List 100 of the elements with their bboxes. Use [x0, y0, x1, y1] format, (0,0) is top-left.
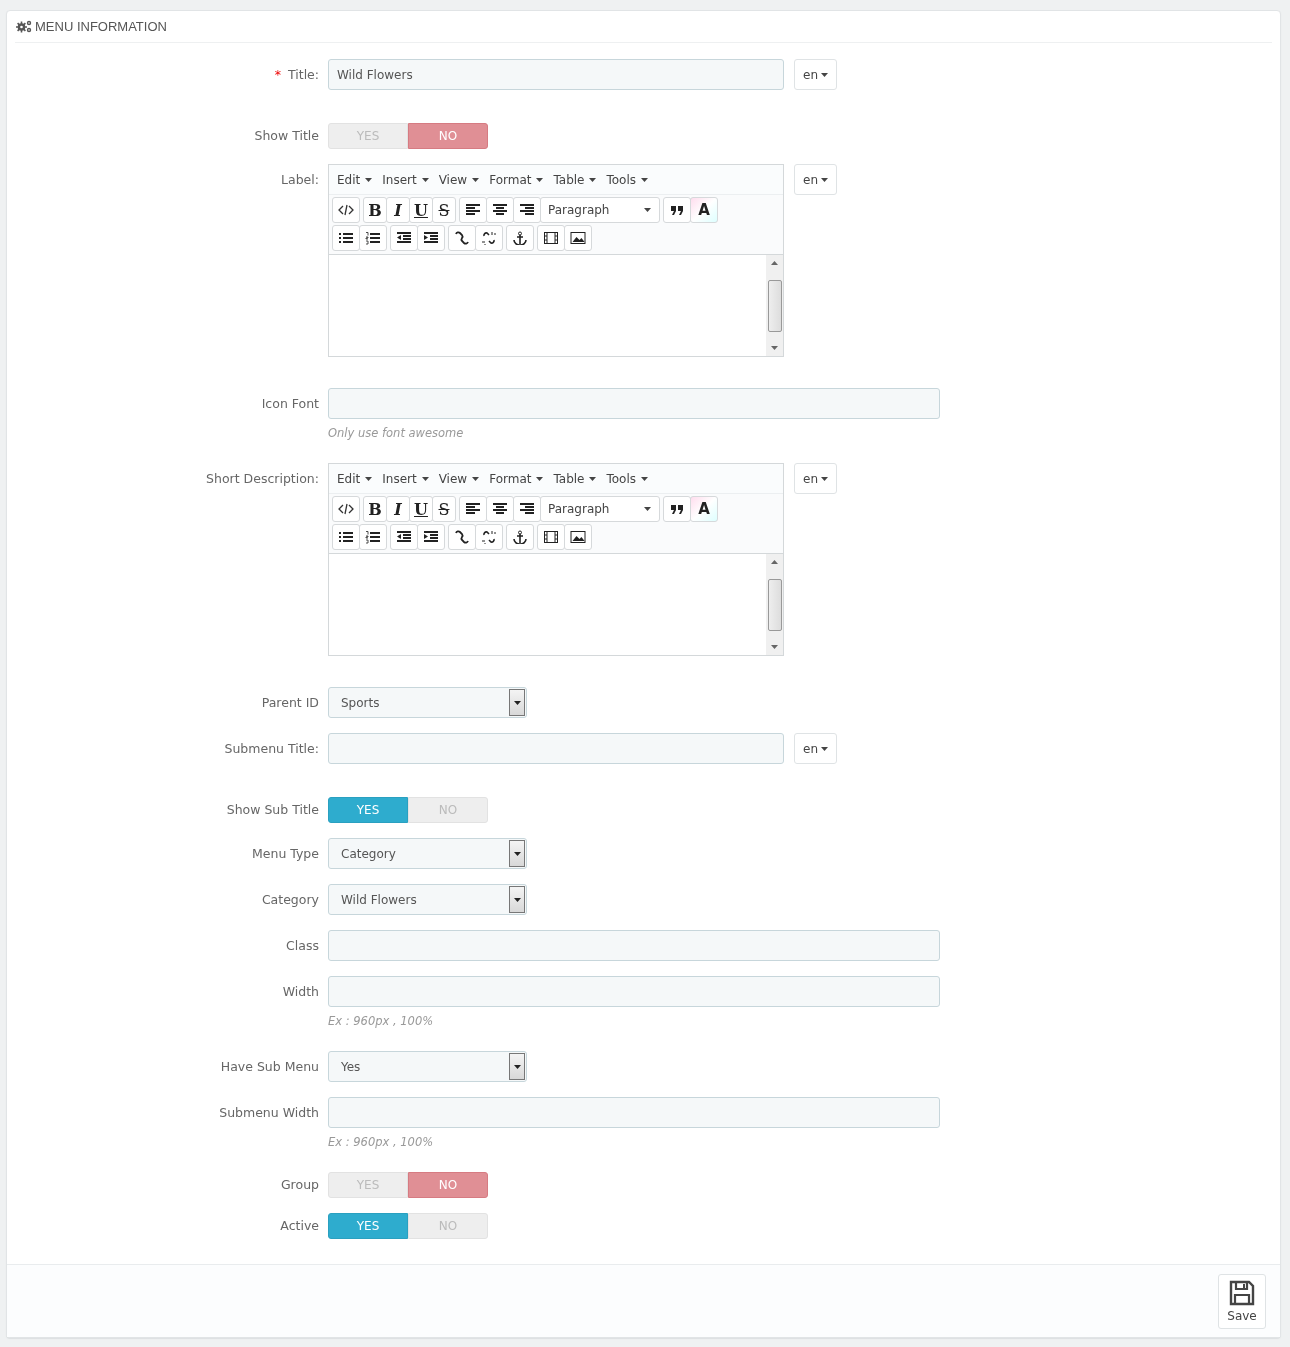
select-field[interactable]: Wild Flowers [328, 884, 527, 915]
align-center-button[interactable] [486, 496, 514, 522]
text-color-button[interactable]: A [690, 496, 718, 522]
text-style-button[interactable]: S [432, 496, 456, 522]
language-button[interactable]: en [794, 463, 837, 494]
select-field[interactable]: Sports [328, 687, 527, 718]
caret-icon [821, 746, 828, 751]
caret-icon [821, 177, 828, 182]
blockquote-button[interactable] [663, 197, 691, 223]
field-label: Show Sub Title [226, 802, 319, 817]
outdent-icon [396, 530, 412, 544]
format-dropdown[interactable]: Paragraph [540, 197, 660, 223]
link-button[interactable] [448, 225, 476, 251]
menu-button[interactable]: Format [489, 172, 544, 187]
menu-button[interactable]: Table [553, 172, 597, 187]
outdent-button[interactable] [390, 225, 418, 251]
caret-icon [513, 700, 521, 705]
link-button[interactable] [448, 524, 476, 550]
menu-button[interactable]: Insert [382, 172, 429, 187]
text-field[interactable] [328, 733, 784, 764]
menu-button[interactable]: Table [553, 471, 597, 486]
source-code-button[interactable] [332, 496, 360, 522]
caret-icon [644, 507, 651, 511]
scroll-down-icon[interactable] [771, 346, 778, 350]
align-right-button[interactable] [513, 197, 541, 223]
indent-icon [423, 530, 439, 544]
text-style-button[interactable]: B [363, 496, 387, 522]
align-center-button[interactable] [486, 197, 514, 223]
language-button[interactable]: en [794, 733, 837, 764]
scroll-up-icon[interactable] [771, 560, 778, 564]
anchor-button[interactable] [506, 225, 534, 251]
numbered-list-button[interactable] [359, 225, 387, 251]
field-label: Menu Type [252, 846, 319, 861]
text-style-button[interactable]: I [386, 496, 410, 522]
anchor-button[interactable] [506, 524, 534, 550]
caret-icon [421, 476, 429, 481]
caret-icon [472, 476, 480, 481]
video-button[interactable] [537, 524, 565, 550]
indent-button[interactable] [417, 225, 445, 251]
field-label: Short Description: [206, 471, 319, 486]
caret-icon [513, 1064, 521, 1069]
text-color-button[interactable]: A [690, 197, 718, 223]
code-icon [338, 502, 354, 516]
menu-button[interactable]: Edit [337, 172, 373, 187]
align-right-icon [519, 203, 535, 217]
quote-icon [669, 502, 685, 516]
numbered-list-button[interactable] [359, 524, 387, 550]
save-button[interactable]: Save [1218, 1273, 1266, 1329]
bullet-list-button[interactable] [332, 524, 360, 550]
text-field[interactable] [328, 388, 940, 419]
menu-button[interactable]: View [438, 172, 480, 187]
menu-button[interactable]: Edit [337, 471, 373, 486]
indent-button[interactable] [417, 524, 445, 550]
numbered-list-icon [365, 530, 381, 544]
align-right-icon [519, 502, 535, 516]
text-field[interactable]: Wild Flowers [328, 59, 784, 90]
scrollbar[interactable] [766, 255, 783, 356]
align-left-icon [465, 203, 481, 217]
field-label: Active [280, 1218, 319, 1233]
outdent-button[interactable] [390, 524, 418, 550]
bullet-list-button[interactable] [332, 225, 360, 251]
indent-icon [423, 231, 439, 245]
text-style-button[interactable]: U [409, 496, 433, 522]
unlink-button[interactable] [475, 225, 503, 251]
blockquote-button[interactable] [663, 496, 691, 522]
text-field[interactable] [328, 930, 940, 961]
language-button[interactable]: en [794, 59, 837, 90]
video-button[interactable] [537, 225, 565, 251]
image-button[interactable] [564, 524, 592, 550]
align-left-button[interactable] [459, 496, 487, 522]
text-style-button[interactable]: U [409, 197, 433, 223]
text-field[interactable] [328, 1097, 940, 1128]
text-style-button[interactable]: S [432, 197, 456, 223]
align-right-button[interactable] [513, 496, 541, 522]
image-button[interactable] [564, 225, 592, 251]
help-text: Only use font awesome [328, 426, 465, 442]
field-label: Submenu Title: [224, 741, 319, 756]
field-label: Category [261, 892, 319, 907]
text-field[interactable] [328, 976, 940, 1007]
source-code-button[interactable] [332, 197, 360, 223]
caret-icon [513, 851, 521, 856]
menu-button[interactable]: View [438, 471, 480, 486]
menu-button[interactable]: Insert [382, 471, 429, 486]
select-field[interactable]: Category [328, 838, 527, 869]
scroll-up-icon[interactable] [771, 261, 778, 265]
scroll-down-icon[interactable] [771, 645, 778, 649]
format-dropdown[interactable]: Paragraph [540, 496, 660, 522]
select-field[interactable]: Yes [328, 1051, 527, 1082]
align-left-button[interactable] [459, 197, 487, 223]
menu-button[interactable]: Format [489, 471, 544, 486]
language-button[interactable]: en [794, 164, 837, 195]
field-label: Title: [288, 67, 319, 82]
menu-button[interactable]: Tools [606, 471, 649, 486]
unlink-button[interactable] [475, 524, 503, 550]
text-style-button[interactable]: B [363, 197, 387, 223]
caret-icon [644, 208, 651, 212]
text-style-button[interactable]: I [386, 197, 410, 223]
caret-icon [472, 177, 480, 182]
scrollbar[interactable] [766, 554, 783, 655]
menu-button[interactable]: Tools [606, 172, 649, 187]
